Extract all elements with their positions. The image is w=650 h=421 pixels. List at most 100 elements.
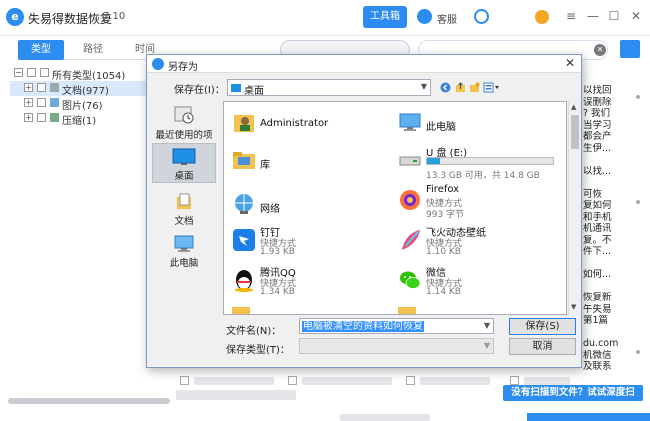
preview-text-line: 机通讯 — [583, 223, 612, 234]
recover-button[interactable] — [527, 413, 650, 421]
preview-text-line: 恢复新 — [583, 292, 612, 303]
new-folder-icon[interactable] — [469, 82, 480, 93]
file-size: 1.14 KB — [426, 287, 461, 297]
preview-text-line — [583, 327, 633, 339]
feather-icon — [402, 230, 420, 250]
scroll-up-icon[interactable]: ▲ — [571, 103, 576, 111]
checkbox[interactable] — [180, 376, 189, 385]
expand-icon[interactable]: + — [24, 83, 33, 92]
preview-text-line: 以找... — [583, 165, 612, 177]
file-item-wechat[interactable]: 微信 快捷方式 1.14 KB — [392, 262, 562, 302]
file-size: 1.34 KB — [260, 287, 295, 297]
document-icon — [50, 83, 59, 92]
preview-text-line: 机微信 — [583, 349, 612, 361]
firefox-icon — [400, 190, 420, 210]
checkbox[interactable] — [37, 98, 46, 107]
preview-text-line: 误删除 — [583, 96, 612, 108]
file-item-qq[interactable]: 腾讯QQ 快捷方式 1.34 KB — [226, 262, 396, 302]
tree-item-documents[interactable]: + 文档(977) — [10, 81, 160, 97]
file-item-administrator[interactable]: Administrator — [226, 104, 396, 144]
tree-item-images[interactable]: + 图片(76) — [10, 96, 160, 112]
tab-path[interactable]: 路径 — [70, 40, 116, 60]
file-item-this-pc[interactable]: 此电脑 — [392, 104, 562, 144]
checkbox[interactable] — [510, 376, 519, 385]
filter-icon[interactable] — [620, 40, 640, 58]
folder-icon — [232, 307, 250, 314]
usb-drive-icon — [399, 156, 421, 166]
tree-item-archives[interactable]: + 压缩(1) — [10, 111, 160, 127]
places-bar: 最近使用的项目 桌面 文档 此电脑 — [152, 101, 216, 301]
collapse-icon[interactable]: − — [14, 68, 23, 77]
checkbox[interactable] — [288, 376, 297, 385]
expand-icon[interactable]: + — [24, 98, 33, 107]
recent-items-icon — [174, 106, 194, 124]
user-folder-icon — [234, 115, 254, 132]
customer-service-label[interactable]: 客服 — [437, 11, 457, 26]
preview-text-line: 以找回 — [583, 85, 612, 96]
tab-type[interactable]: 类型 — [18, 40, 64, 60]
chevron-down-icon[interactable]: ▼ — [484, 321, 490, 330]
close-icon[interactable]: ✕ — [565, 56, 575, 70]
file-name: 此电脑 — [426, 122, 456, 133]
vip-icon[interactable] — [535, 10, 549, 24]
checkbox[interactable] — [406, 376, 415, 385]
checkbox[interactable] — [37, 83, 46, 92]
deep-scan-button[interactable]: 没有扫描到文件？试试深度扫描！ — [503, 385, 643, 414]
file-name-value: 电脑被清空的资料如何恢复 — [302, 321, 424, 332]
toolbox-button[interactable]: 工具箱 — [363, 6, 407, 28]
place-desktop[interactable]: 桌面 — [152, 143, 216, 183]
minimize-icon[interactable]: — — [585, 8, 601, 24]
checkbox[interactable] — [37, 113, 46, 122]
documents-icon — [177, 193, 191, 209]
maximize-icon[interactable]: ☐ — [606, 8, 622, 24]
file-list-scrollbar[interactable]: ▲ ▼ — [568, 101, 580, 315]
view-menu-icon[interactable] — [483, 82, 501, 93]
save-in-dropdown[interactable]: 桌面 ▼ — [227, 79, 431, 97]
file-size: 1.10 KB — [426, 247, 461, 257]
up-folder-icon[interactable] — [455, 82, 466, 93]
preview-text: 以找回 误删除? 我们 当学习 都会产 生伊... 以找... 可恢 复如何 和手机 机通讯 复。不… — [583, 85, 633, 373]
file-item-dingtalk[interactable]: 钉钉 快捷方式 1.93 KB — [226, 222, 396, 262]
file-name: Firefox — [426, 184, 460, 195]
back-icon[interactable] — [440, 82, 451, 93]
place-documents[interactable]: 文档 — [152, 189, 216, 227]
preview-scrollbar[interactable] — [635, 85, 641, 375]
expand-icon[interactable]: + — [24, 113, 33, 122]
preview-text-line — [583, 258, 633, 270]
file-item-wallpaper[interactable]: 飞火动态壁纸 快捷方式 1.10 KB — [392, 222, 562, 262]
file-name: Administrator — [260, 118, 329, 129]
file-item-network[interactable]: 网络 — [226, 186, 396, 226]
qq-icon — [235, 270, 253, 292]
tree-item-all[interactable]: − 所有类型(1054) — [10, 66, 160, 82]
scroll-down-icon[interactable]: ▼ — [571, 303, 576, 311]
preview-text-line — [583, 154, 633, 166]
horizontal-scrollbar[interactable] — [8, 398, 170, 404]
file-item-usb-drive[interactable]: U 盘 (E:) 13.3 GB 可用，共 14.8 GB — [392, 142, 564, 182]
chevron-down-icon: ▼ — [420, 82, 427, 91]
place-this-pc[interactable]: 此电脑 — [152, 231, 216, 269]
scrollbar-thumb[interactable] — [571, 115, 579, 149]
tree-item-label: 所有类型(1054) — [52, 71, 126, 82]
file-type-dropdown[interactable]: ▼ — [299, 338, 494, 354]
save-button[interactable]: 保存(S) — [509, 318, 576, 335]
preview-text-line: 如何... — [583, 269, 612, 280]
cancel-button[interactable]: 取消 — [509, 338, 576, 355]
file-list[interactable]: Administrator 此电脑 库 U 盘 (E:) 13.3 GB 可用，… — [223, 101, 567, 315]
file-name-input[interactable]: 电脑被清空的资料如何恢复 ▼ — [299, 318, 494, 334]
checkbox[interactable] — [27, 68, 36, 77]
preview-text-line — [583, 177, 633, 189]
title-bar: e 失易得数据恢复 7.10 工具箱 客服 ≡ — ☐ ✕ — [0, 0, 650, 36]
menu-icon[interactable]: ≡ — [563, 8, 579, 24]
place-recent[interactable]: 最近使用的项目 — [152, 101, 216, 155]
archive-icon — [50, 113, 59, 122]
status-blur — [340, 414, 430, 421]
preview-text-line: 件下... — [583, 246, 612, 257]
preview-text-line: 复。不 — [583, 234, 612, 246]
headset-icon[interactable] — [474, 9, 489, 24]
dialog-title-bar: 另存为 ✕ — [147, 55, 581, 73]
file-item-libraries[interactable]: 库 — [226, 142, 396, 182]
customer-service-icon[interactable] — [417, 9, 432, 24]
close-icon[interactable]: ✕ — [628, 8, 644, 24]
clear-search-icon[interactable]: ✕ — [594, 44, 606, 56]
file-item-firefox[interactable]: Firefox 快捷方式 993 字节 — [392, 182, 562, 222]
